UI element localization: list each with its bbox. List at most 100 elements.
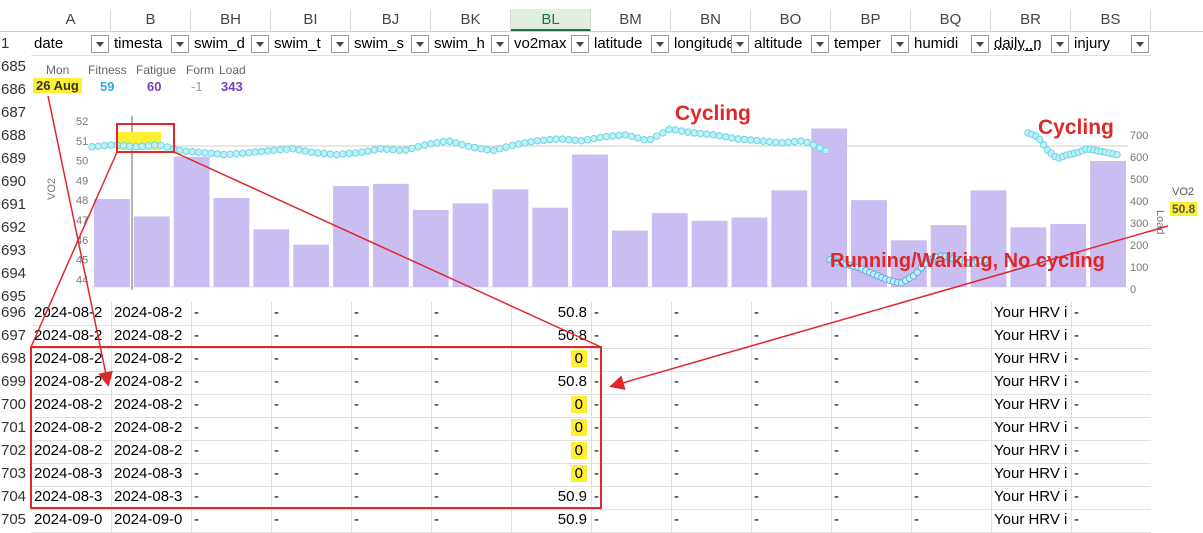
table-cell-bi[interactable]: - [271,509,351,531]
table-cell-bm[interactable]: - [591,417,671,439]
table-cell-bp[interactable]: - [831,509,911,531]
table-cell-bl[interactable]: 50.9 [511,509,591,531]
table-cell-b[interactable]: 2024-08-2 [111,440,191,462]
table-cell-br[interactable]: Your HRV i [991,394,1071,416]
table-cell-bp[interactable]: - [831,325,911,347]
table-cell-bi[interactable]: - [271,417,351,439]
table-cell-bo[interactable]: - [751,371,831,393]
table-cell-bp[interactable]: - [831,371,911,393]
table-cell-bi[interactable]: - [271,486,351,508]
field-header-bq[interactable]: humidi [911,33,971,55]
table-cell-br[interactable]: Your HRV i [991,509,1071,531]
table-cell-bo[interactable]: - [751,394,831,416]
table-cell-bn[interactable]: - [671,371,751,393]
column-header-a[interactable]: A [31,9,111,31]
table-cell-b[interactable]: 2024-08-2 [111,348,191,370]
table-cell-bi[interactable]: - [271,463,351,485]
column-header-br[interactable]: BR [991,9,1071,31]
table-cell-bm[interactable]: - [591,509,671,531]
table-cell-bq[interactable]: - [911,371,991,393]
table-cell-bp[interactable]: - [831,348,911,370]
table-cell-bi[interactable]: - [271,302,351,324]
table-cell-b[interactable]: 2024-08-2 [111,371,191,393]
table-cell-bs[interactable]: - [1071,417,1151,439]
table-cell-bs[interactable]: - [1071,371,1151,393]
table-cell-bk[interactable]: - [431,440,511,462]
filter-dropdown-icon[interactable] [251,35,269,53]
table-cell-bp[interactable]: - [831,463,911,485]
table-cell-bj[interactable]: - [351,463,431,485]
table-cell-bs[interactable]: - [1071,325,1151,347]
table-cell-bi[interactable]: - [271,371,351,393]
table-cell-bp[interactable]: - [831,486,911,508]
table-cell-bs[interactable]: - [1071,486,1151,508]
table-cell-a[interactable]: 2024-08-3 [31,486,111,508]
table-cell-bm[interactable]: - [591,440,671,462]
table-cell-bl[interactable]: 0 [511,394,591,416]
column-header-bn[interactable]: BN [671,9,751,31]
column-header-bo[interactable]: BO [751,9,831,31]
filter-dropdown-icon[interactable] [891,35,909,53]
table-cell-bi[interactable]: - [271,348,351,370]
table-cell-bk[interactable]: - [431,463,511,485]
table-cell-bm[interactable]: - [591,394,671,416]
filter-dropdown-icon[interactable] [731,35,749,53]
table-cell-bs[interactable]: - [1071,440,1151,462]
table-cell-bh[interactable]: - [191,348,271,370]
field-header-a[interactable]: date [31,33,91,55]
table-cell-bo[interactable]: - [751,463,831,485]
table-cell-bl[interactable]: 0 [511,440,591,462]
table-cell-br[interactable]: Your HRV i [991,463,1071,485]
table-cell-bp[interactable]: - [831,440,911,462]
table-cell-bj[interactable]: - [351,394,431,416]
table-cell-bl[interactable]: 0 [511,463,591,485]
filter-dropdown-icon[interactable] [491,35,509,53]
table-cell-bo[interactable]: - [751,325,831,347]
table-cell-bm[interactable]: - [591,371,671,393]
table-cell-bj[interactable]: - [351,509,431,531]
filter-dropdown-icon[interactable] [811,35,829,53]
table-cell-bj[interactable]: - [351,371,431,393]
table-cell-bl[interactable]: 50.8 [511,325,591,347]
table-cell-bn[interactable]: - [671,486,751,508]
table-cell-a[interactable]: 2024-08-2 [31,302,111,324]
table-cell-bn[interactable]: - [671,463,751,485]
table-cell-bo[interactable]: - [751,417,831,439]
table-cell-bo[interactable]: - [751,440,831,462]
table-cell-bm[interactable]: - [591,325,671,347]
column-header-bm[interactable]: BM [591,9,671,31]
table-cell-bj[interactable]: - [351,325,431,347]
table-cell-bj[interactable]: - [351,417,431,439]
table-cell-a[interactable]: 2024-08-2 [31,325,111,347]
column-header-bq[interactable]: BQ [911,9,991,31]
filter-dropdown-icon[interactable] [171,35,189,53]
table-cell-br[interactable]: Your HRV i [991,325,1071,347]
filter-dropdown-icon[interactable] [571,35,589,53]
table-cell-bj[interactable]: - [351,440,431,462]
table-cell-bi[interactable]: - [271,440,351,462]
table-cell-bq[interactable]: - [911,417,991,439]
field-header-bk[interactable]: swim_h [431,33,491,55]
table-cell-br[interactable]: Your HRV i [991,371,1071,393]
table-cell-bk[interactable]: - [431,302,511,324]
table-cell-bm[interactable]: - [591,348,671,370]
table-cell-bm[interactable]: - [591,302,671,324]
table-cell-br[interactable]: Your HRV i [991,486,1071,508]
table-cell-a[interactable]: 2024-08-3 [31,463,111,485]
column-header-bk[interactable]: BK [431,9,511,31]
field-header-bp[interactable]: temper [831,33,891,55]
field-header-bm[interactable]: latitude [591,33,651,55]
table-cell-b[interactable]: 2024-08-3 [111,486,191,508]
field-header-bi[interactable]: swim_t [271,33,331,55]
table-cell-bn[interactable]: - [671,417,751,439]
table-cell-bk[interactable]: - [431,348,511,370]
table-cell-bs[interactable]: - [1071,509,1151,531]
table-cell-bq[interactable]: - [911,463,991,485]
table-cell-b[interactable]: 2024-08-2 [111,325,191,347]
table-cell-a[interactable]: 2024-08-2 [31,394,111,416]
table-cell-bi[interactable]: - [271,394,351,416]
table-cell-bh[interactable]: - [191,463,271,485]
filter-dropdown-icon[interactable] [1051,35,1069,53]
filter-dropdown-icon[interactable] [331,35,349,53]
table-cell-bs[interactable]: - [1071,348,1151,370]
